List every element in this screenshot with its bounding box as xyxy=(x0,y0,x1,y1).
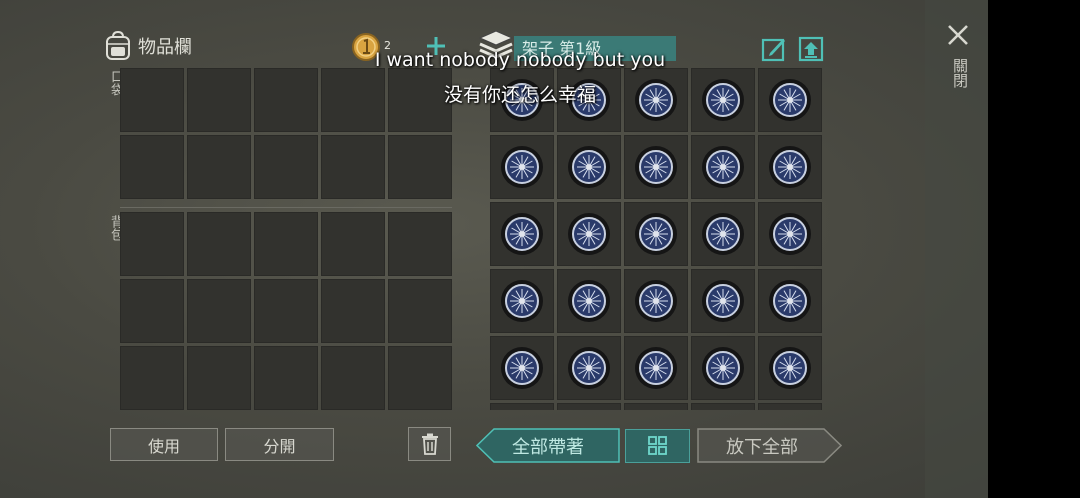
tire-icon xyxy=(700,278,746,324)
subtitle-chinese: 没有你还怎么幸福 xyxy=(443,84,596,106)
shelf-slot[interactable] xyxy=(624,202,688,266)
tire-icon xyxy=(566,211,612,257)
bag-slot[interactable] xyxy=(187,212,251,276)
bag-slot[interactable] xyxy=(321,212,385,276)
tire-icon xyxy=(499,345,545,391)
tire-icon xyxy=(767,278,813,324)
grid-view-icon xyxy=(648,436,667,455)
tire-icon xyxy=(633,211,679,257)
tire-icon xyxy=(700,345,746,391)
tire-icon xyxy=(566,278,612,324)
shelf-slot[interactable] xyxy=(758,135,822,199)
shelf-grid xyxy=(490,68,822,410)
drop-all-label: 放下全部 xyxy=(726,436,798,458)
view-toggle-button[interactable] xyxy=(625,429,690,463)
tire-icon xyxy=(633,144,679,190)
tire-icon xyxy=(700,211,746,257)
shelf-slot[interactable] xyxy=(624,269,688,333)
shelf-slot[interactable] xyxy=(624,336,688,400)
pocket-slot[interactable] xyxy=(254,135,318,199)
shelf-slot[interactable] xyxy=(758,269,822,333)
bag-slot[interactable] xyxy=(120,279,184,343)
pocket-slot[interactable] xyxy=(321,135,385,199)
tire-icon xyxy=(700,144,746,190)
bag-slot[interactable] xyxy=(254,212,318,276)
shelf-slot[interactable] xyxy=(557,202,621,266)
subtitle-english: I want nobody nobody but you xyxy=(374,49,666,71)
shelf-slot[interactable] xyxy=(624,135,688,199)
shelf-slot[interactable] xyxy=(490,403,554,410)
shelf-slot[interactable] xyxy=(691,269,755,333)
tire-icon xyxy=(767,144,813,190)
bag-slot[interactable] xyxy=(321,279,385,343)
bag-slot[interactable] xyxy=(388,346,452,410)
pocket-slot[interactable] xyxy=(120,135,184,199)
bag-slot[interactable] xyxy=(187,279,251,343)
shelf-slot[interactable] xyxy=(758,202,822,266)
shelf-slot[interactable] xyxy=(557,336,621,400)
tire-icon xyxy=(767,211,813,257)
pocket-slot[interactable] xyxy=(388,135,452,199)
shelf-slot[interactable] xyxy=(490,336,554,400)
tire-icon xyxy=(499,278,545,324)
letterbox-bar xyxy=(988,0,1080,498)
shelf-slot[interactable] xyxy=(758,336,822,400)
close-button[interactable] xyxy=(945,22,971,48)
shelf-slot[interactable] xyxy=(624,403,688,410)
drop-all-button[interactable]: 放下全部 xyxy=(697,428,842,463)
shelf-slot[interactable] xyxy=(758,403,822,410)
shelf-slot[interactable] xyxy=(557,403,621,410)
shelf-slot[interactable] xyxy=(691,202,755,266)
tire-icon xyxy=(633,345,679,391)
close-icon xyxy=(948,25,968,45)
tire-icon xyxy=(499,144,545,190)
shelf-slot[interactable] xyxy=(490,135,554,199)
bag-slot[interactable] xyxy=(321,346,385,410)
shelf-slot[interactable] xyxy=(557,135,621,199)
tire-icon xyxy=(499,211,545,257)
shelf-slot[interactable] xyxy=(490,202,554,266)
pocket-slot[interactable] xyxy=(187,135,251,199)
use-button[interactable]: 使用 xyxy=(110,428,218,461)
shelf-slot[interactable] xyxy=(691,336,755,400)
bag-slot[interactable] xyxy=(254,279,318,343)
trash-icon xyxy=(421,433,438,455)
bag-slot[interactable] xyxy=(187,346,251,410)
bag-slot[interactable] xyxy=(254,346,318,410)
tire-icon xyxy=(566,144,612,190)
split-button[interactable]: 分開 xyxy=(225,428,334,461)
shelf-scroll-area[interactable] xyxy=(490,68,824,410)
section-divider xyxy=(120,207,452,208)
tire-icon xyxy=(633,278,679,324)
carry-all-button[interactable]: 全部帶著 xyxy=(476,428,620,463)
bag-slot[interactable] xyxy=(388,279,452,343)
bag-slot[interactable] xyxy=(120,346,184,410)
tire-icon xyxy=(767,345,813,391)
shelf-slot[interactable] xyxy=(490,269,554,333)
tire-icon xyxy=(566,345,612,391)
bag-slot[interactable] xyxy=(388,212,452,276)
shelf-slot[interactable] xyxy=(557,269,621,333)
carry-all-label: 全部帶著 xyxy=(512,436,584,458)
bag-grid xyxy=(120,212,452,410)
bag-slot[interactable] xyxy=(120,212,184,276)
discard-button[interactable] xyxy=(408,427,451,461)
shelf-slot[interactable] xyxy=(691,403,755,410)
shelf-slot[interactable] xyxy=(691,135,755,199)
